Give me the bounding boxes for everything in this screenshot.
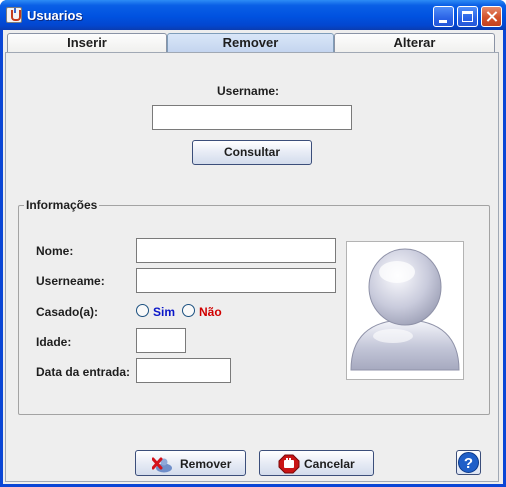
idade-label: Idade:: [36, 335, 72, 349]
help-button[interactable]: ?: [456, 450, 481, 475]
stop-icon: [278, 454, 300, 474]
nome-input[interactable]: [136, 238, 336, 263]
informacoes-group: Informações Nome: Userneame: Casado(a): …: [18, 198, 490, 415]
userneame-label: Userneame:: [36, 274, 105, 288]
java-cup-icon: [6, 7, 22, 23]
user-avatar-icon: [350, 248, 460, 371]
title-bar[interactable]: Usuarios: [0, 0, 506, 30]
consultar-button-label: Consultar: [223, 145, 280, 159]
sim-radio-label[interactable]: Sim: [153, 305, 175, 319]
help-icon: ?: [458, 452, 479, 473]
minimize-icon: [439, 20, 447, 23]
app-window: Usuarios Inserir Remover Alterar Usernam…: [0, 0, 506, 487]
consultar-button[interactable]: Consultar: [192, 140, 312, 165]
userneame-input[interactable]: [136, 268, 336, 293]
sim-radio[interactable]: [136, 304, 149, 317]
close-button[interactable]: [481, 6, 502, 27]
nao-radio-label[interactable]: Não: [199, 305, 222, 319]
user-photo: [346, 241, 464, 380]
remover-button[interactable]: Remover: [135, 450, 246, 476]
remove-user-icon: [152, 457, 172, 473]
username-input[interactable]: [152, 105, 352, 130]
idade-input[interactable]: [136, 328, 186, 353]
tab-panel-remover: Username: Consultar Informações Nome: Us…: [5, 52, 499, 482]
tab-alterar[interactable]: Alterar: [334, 33, 495, 52]
tab-bar: Inserir Remover Alterar: [5, 33, 499, 52]
cancelar-button[interactable]: Cancelar: [259, 450, 374, 476]
window-client-area: Inserir Remover Alterar Username: Consul…: [3, 30, 503, 484]
casado-label: Casado(a):: [36, 305, 99, 319]
tab-remover[interactable]: Remover: [167, 33, 334, 52]
cancelar-button-label: Cancelar: [304, 457, 355, 471]
nao-radio[interactable]: [182, 304, 195, 317]
minimize-button[interactable]: [433, 6, 454, 27]
data-entrada-label: Data da entrada:: [36, 365, 131, 379]
maximize-icon: [462, 11, 473, 22]
maximize-button[interactable]: [457, 6, 478, 27]
username-label: Username:: [217, 84, 280, 98]
informacoes-legend: Informações: [24, 198, 100, 212]
window-title: Usuarios: [27, 8, 83, 23]
svg-text:?: ?: [464, 455, 473, 472]
tab-inserir[interactable]: Inserir: [7, 33, 167, 52]
remover-button-label: Remover: [180, 457, 232, 471]
data-entrada-input[interactable]: [136, 358, 231, 383]
nome-label: Nome:: [36, 244, 74, 258]
